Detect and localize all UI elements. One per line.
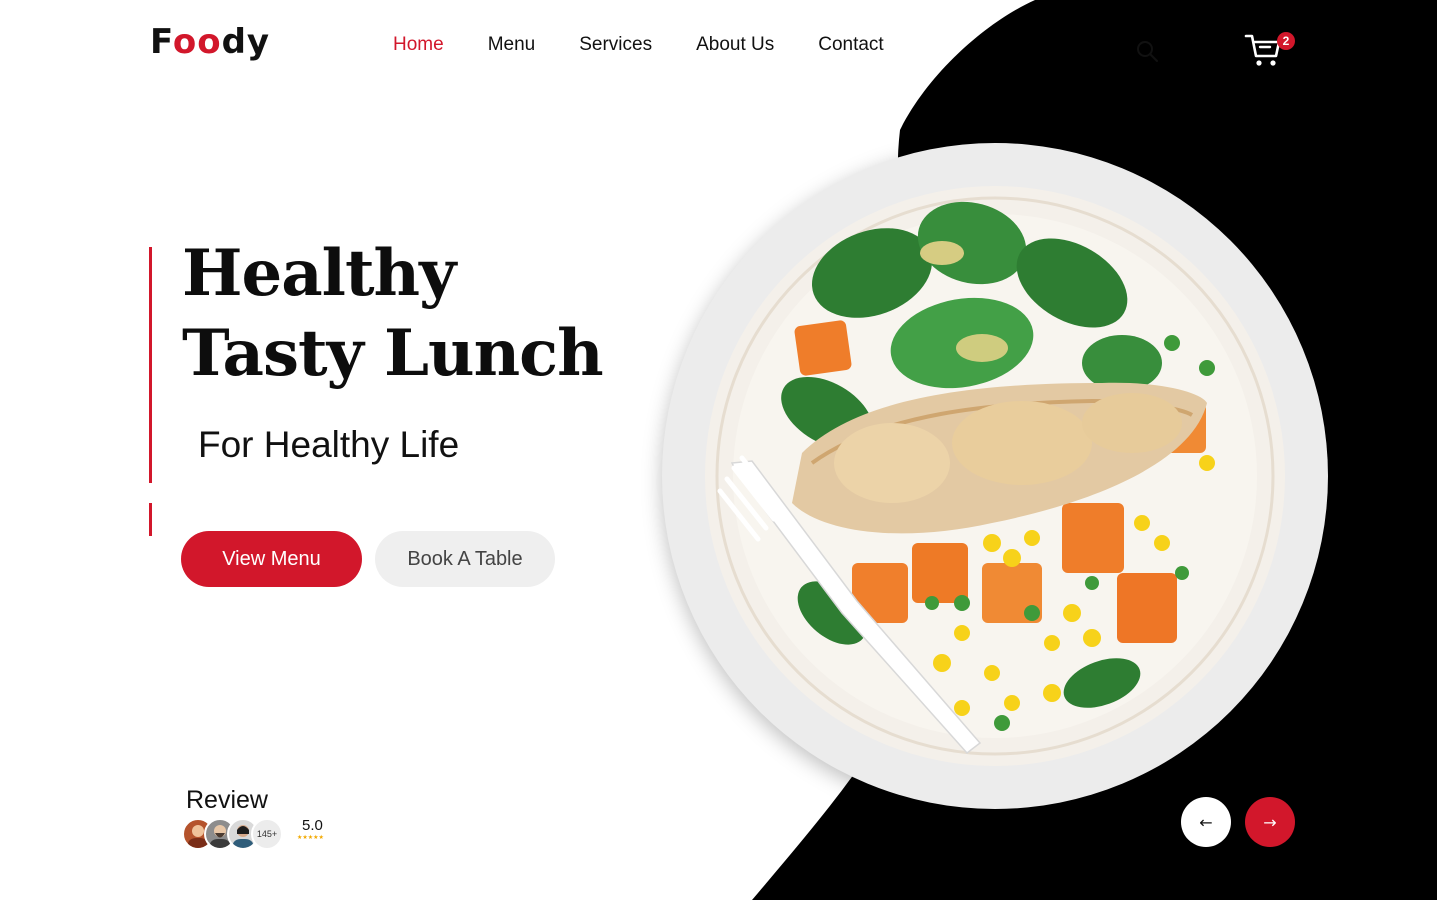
previous-slide-button[interactable]: ← xyxy=(1181,797,1231,847)
rating-stars: ★★★★★ xyxy=(297,834,324,841)
arrow-right-icon: → xyxy=(1263,812,1277,832)
hero-title: Healthy Tasty Lunch xyxy=(182,234,604,394)
cart-count-badge: 2 xyxy=(1277,32,1295,50)
nav-item-services[interactable]: Services xyxy=(579,34,652,56)
main-nav: Home Menu Services About Us Contact xyxy=(393,34,928,56)
next-slide-button[interactable]: → xyxy=(1245,797,1295,847)
logo-text-prefix: F xyxy=(150,22,173,62)
hero-title-line-1: Healthy xyxy=(182,236,456,311)
nav-item-home[interactable]: Home xyxy=(393,34,444,56)
logo-text-accent: oo xyxy=(172,22,222,62)
hero-accent-bar xyxy=(149,247,152,483)
search-icon xyxy=(1137,41,1158,62)
arrow-left-icon: ← xyxy=(1199,812,1213,832)
logo-text-suffix: dy xyxy=(221,22,271,62)
nav-item-menu[interactable]: Menu xyxy=(488,34,536,56)
brand-logo[interactable]: Foody xyxy=(150,22,270,62)
rating-value: 5.0 xyxy=(302,817,323,834)
nav-item-contact[interactable]: Contact xyxy=(818,34,883,56)
nav-item-about-us[interactable]: About Us xyxy=(696,34,774,56)
hero-subtitle: For Healthy Life xyxy=(198,424,460,465)
reviewer-count-badge: 145+ xyxy=(251,818,283,850)
book-a-table-button[interactable]: Book A Table xyxy=(375,531,555,587)
hero-title-line-2: Tasty Lunch xyxy=(182,316,604,391)
hero-accent-bar-short xyxy=(149,503,152,536)
review-title: Review xyxy=(186,786,268,814)
salad-plate-illustration xyxy=(705,186,1285,766)
view-menu-button[interactable]: View Menu xyxy=(181,531,362,587)
search-button[interactable] xyxy=(1134,38,1162,66)
